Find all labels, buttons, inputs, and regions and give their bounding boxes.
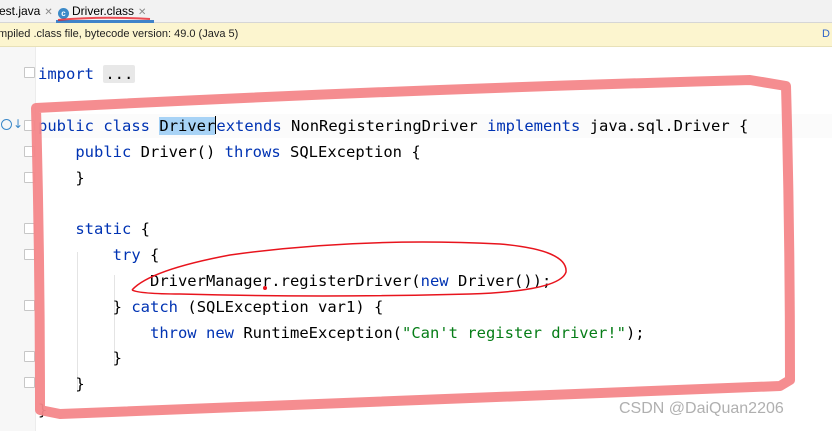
decompiled-notice-banner: mpiled .class file, bytecode version: 49… [0, 23, 832, 47]
watermark: CSDN @DaiQuan2206 [619, 400, 784, 417]
identifier: RuntimeException( [243, 324, 402, 342]
identifier: ); [625, 324, 645, 342]
keyword: implements [487, 117, 581, 135]
code-line: } [38, 347, 122, 369]
code-line: } [38, 373, 85, 395]
brace: { [150, 246, 160, 264]
folded-imports[interactable]: ... [103, 65, 136, 83]
code-editor[interactable]: ↓ import ... public class Driverextends … [0, 47, 832, 431]
keyword: public [75, 143, 132, 161]
identifier: Driver() [140, 143, 216, 161]
identifier: Driver()); [457, 272, 552, 290]
keyword: extends [216, 117, 282, 135]
keyword: throws [224, 143, 281, 161]
string-literal: "Can't register driver!" [401, 324, 626, 342]
keyword: class [103, 117, 151, 135]
code-line: } [38, 167, 85, 189]
arrow-down-icon[interactable]: ↓ [13, 117, 23, 131]
keyword: catch [131, 298, 179, 316]
tab-label: est.java [0, 4, 41, 18]
editor-tab-bar: est.java ✕ c Driver.class ✕ [0, 0, 832, 23]
banner-action-link[interactable]: D [822, 23, 830, 46]
code-line-import: import ... [38, 63, 136, 85]
identifier: SQLException { [290, 143, 421, 161]
code-line-static: static { [38, 218, 150, 240]
fold-marker-icon[interactable] [24, 172, 35, 183]
code-line-constructor: public Driver() throws SQLException { [38, 141, 421, 163]
editor-gutter [0, 47, 36, 431]
code-line-catch: } catch (SQLException var1) { [38, 296, 384, 318]
keyword: new [206, 324, 234, 342]
keyword: import [38, 65, 94, 83]
fold-marker-icon[interactable] [24, 377, 35, 388]
code-line-try: try { [38, 244, 160, 266]
close-icon[interactable]: ✕ [44, 7, 52, 18]
brace: } [75, 169, 85, 187]
brace: } [112, 349, 122, 367]
code-line-class-decl: public class Driverextends NonRegisterin… [38, 115, 748, 137]
brace: } [38, 401, 48, 419]
keyword: static [75, 220, 132, 238]
code-line-register-driver: DriverManager.registerDriver(new Driver(… [38, 270, 551, 292]
fold-marker-icon[interactable] [24, 223, 35, 234]
fold-marker-icon[interactable] [24, 249, 35, 260]
keyword: new [420, 272, 449, 290]
fold-marker-icon[interactable] [24, 120, 35, 131]
tab-test-java[interactable]: est.java ✕ [0, 0, 53, 22]
brace: } [75, 375, 85, 393]
brace: } [112, 298, 122, 316]
selected-identifier[interactable]: Driver [159, 117, 216, 135]
tab-label: Driver.class [72, 4, 135, 18]
implements-icon[interactable] [1, 119, 12, 130]
identifier: DriverManager.registerDriver( [149, 272, 421, 290]
fold-marker-icon[interactable] [24, 67, 35, 78]
class-icon: c [58, 8, 69, 19]
identifier: NonRegisteringDriver [291, 117, 478, 135]
keyword: throw [149, 324, 197, 342]
identifier: (SQLException var1) { [187, 298, 384, 316]
fold-marker-icon[interactable] [24, 351, 35, 362]
code-line-throw: throw new RuntimeException("Can't regist… [38, 322, 645, 344]
tab-driver-class[interactable]: c Driver.class ✕ [56, 0, 154, 23]
code-line: } [38, 399, 47, 421]
identifier: java.sql.Driver { [589, 117, 749, 135]
brace: { [140, 220, 151, 238]
keyword: try [112, 246, 141, 264]
fold-marker-icon[interactable] [24, 300, 35, 311]
close-icon[interactable]: ✕ [138, 7, 146, 18]
fold-marker-icon[interactable] [24, 146, 35, 157]
keyword: public [38, 117, 94, 135]
banner-text: mpiled .class file, bytecode version: 49… [0, 28, 239, 40]
